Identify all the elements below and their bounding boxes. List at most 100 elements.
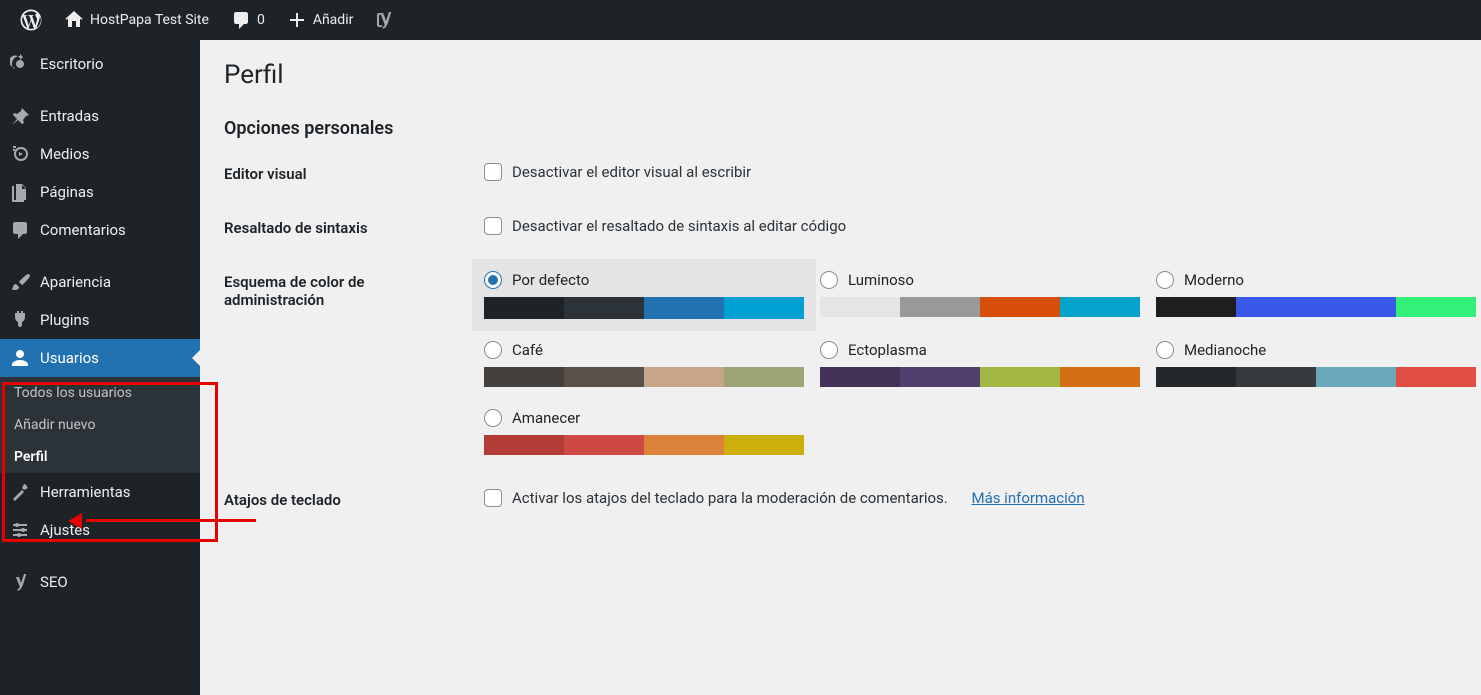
menu-separator: [0, 249, 200, 263]
checkbox-row-shortcuts[interactable]: Activar los atajos del teclado para la m…: [484, 489, 1457, 507]
menu-label: Comentarios: [40, 221, 126, 239]
menu-media[interactable]: Medios: [0, 135, 200, 173]
yoast-icon: [10, 572, 30, 592]
menu-label: Ajustes: [40, 521, 90, 539]
label-color-scheme: Esquema de color de administración: [224, 271, 484, 309]
menu-separator: [0, 83, 200, 97]
radio-input[interactable]: [484, 271, 502, 289]
users-submenu: Todos los usuarios Añadir nuevo Perfil: [0, 377, 200, 473]
color-swatches: [820, 297, 1140, 317]
scheme-ectoplasm[interactable]: Ectoplasma: [820, 341, 1140, 387]
add-new-label: Añadir: [313, 12, 354, 28]
menu-label: Herramientas: [40, 483, 131, 501]
menu-label: Plugins: [40, 311, 89, 329]
label-visual-editor: Editor visual: [224, 163, 484, 183]
label-shortcuts: Atajos de teclado: [224, 489, 484, 509]
menu-dashboard[interactable]: Escritorio: [0, 45, 200, 83]
scheme-coffee[interactable]: Café: [484, 341, 804, 387]
admin-bar: HostPapa Test Site 0 Añadir: [0, 0, 1481, 40]
site-name: HostPapa Test Site: [90, 12, 209, 28]
color-swatches: [484, 297, 804, 319]
checkbox-label: Desactivar el resaltado de sintaxis al e…: [512, 217, 846, 235]
radio-input[interactable]: [1156, 341, 1174, 359]
menu-label: Entradas: [40, 107, 99, 125]
pin-icon: [10, 106, 30, 126]
menu-comments[interactable]: Comentarios: [0, 211, 200, 249]
submenu-add-new-user[interactable]: Añadir nuevo: [0, 409, 200, 441]
scheme-modern[interactable]: Moderno: [1156, 271, 1476, 319]
checkbox-input[interactable]: [484, 489, 502, 507]
menu-appearance[interactable]: Apariencia: [0, 263, 200, 301]
media-icon: [10, 144, 30, 164]
plus-icon: [287, 10, 307, 30]
menu-label: Medios: [40, 145, 89, 163]
radio-input[interactable]: [1156, 271, 1174, 289]
row-syntax: Resaltado de sintaxis Desactivar el resa…: [224, 217, 1457, 237]
menu-plugins[interactable]: Plugins: [0, 301, 200, 339]
brush-icon: [10, 272, 30, 292]
color-swatches: [820, 367, 1140, 387]
menu-label: Apariencia: [40, 273, 111, 291]
radio-input[interactable]: [820, 341, 838, 359]
checkbox-label: Activar los atajos del teclado para la m…: [512, 489, 948, 507]
home-icon: [64, 10, 84, 30]
scheme-label: Medianoche: [1184, 341, 1266, 359]
site-home-link[interactable]: HostPapa Test Site: [54, 0, 219, 40]
sliders-icon: [10, 520, 30, 540]
menu-label: Escritorio: [40, 55, 103, 73]
add-new-link[interactable]: Añadir: [277, 0, 364, 40]
checkbox-row-visual-editor[interactable]: Desactivar el editor visual al escribir: [484, 163, 1457, 181]
scheme-label: Luminoso: [848, 271, 914, 289]
scheme-label: Por defecto: [512, 271, 589, 289]
color-scheme-grid: Por defecto Luminoso Moderno Café Ectopl…: [484, 271, 1476, 455]
menu-separator: [0, 549, 200, 563]
menu-seo[interactable]: SEO: [0, 563, 200, 601]
scheme-label: Café: [512, 341, 543, 359]
row-shortcuts: Atajos de teclado Activar los atajos del…: [224, 489, 1457, 509]
comment-icon: [10, 220, 30, 240]
page-title: Perfil: [224, 60, 1457, 90]
yoast-link[interactable]: [365, 0, 405, 40]
menu-pages[interactable]: Páginas: [0, 173, 200, 211]
menu-settings[interactable]: Ajustes: [0, 511, 200, 549]
wp-logo-button[interactable]: [10, 0, 52, 40]
menu-users[interactable]: Usuarios: [0, 339, 200, 377]
checkbox-label: Desactivar el editor visual al escribir: [512, 163, 751, 181]
menu-label: SEO: [40, 573, 68, 591]
menu-label: Usuarios: [40, 349, 99, 367]
scheme-label: Moderno: [1184, 271, 1244, 289]
color-swatches: [484, 367, 804, 387]
scheme-label: Ectoplasma: [848, 341, 927, 359]
comments-count: 0: [257, 12, 265, 28]
scheme-default[interactable]: Por defecto: [472, 259, 816, 331]
submenu-profile[interactable]: Perfil: [0, 441, 200, 473]
comments-link[interactable]: 0: [221, 0, 275, 40]
menu-label: Páginas: [40, 183, 94, 201]
menu-tools[interactable]: Herramientas: [0, 473, 200, 511]
color-swatches: [1156, 367, 1476, 387]
section-title-personal: Opciones personales: [224, 118, 1457, 139]
scheme-light[interactable]: Luminoso: [820, 271, 1140, 319]
submenu-all-users[interactable]: Todos los usuarios: [0, 377, 200, 409]
wrench-icon: [10, 482, 30, 502]
wordpress-icon: [20, 9, 42, 31]
user-icon: [10, 348, 30, 368]
menu-posts[interactable]: Entradas: [0, 97, 200, 135]
checkbox-row-syntax[interactable]: Desactivar el resaltado de sintaxis al e…: [484, 217, 1457, 235]
page-icon: [10, 182, 30, 202]
label-syntax: Resaltado de sintaxis: [224, 217, 484, 237]
plugin-icon: [10, 310, 30, 330]
row-color-scheme: Esquema de color de administración Por d…: [224, 271, 1457, 455]
radio-input[interactable]: [820, 271, 838, 289]
scheme-midnight[interactable]: Medianoche: [1156, 341, 1476, 387]
admin-sidebar: Escritorio Entradas Medios Páginas Comen…: [0, 40, 200, 695]
checkbox-input[interactable]: [484, 217, 502, 235]
scheme-sunrise[interactable]: Amanecer: [484, 409, 804, 455]
radio-input[interactable]: [484, 409, 502, 427]
row-visual-editor: Editor visual Desactivar el editor visua…: [224, 163, 1457, 183]
color-swatches: [1156, 297, 1476, 317]
checkbox-input[interactable]: [484, 163, 502, 181]
shortcuts-more-link[interactable]: Más información: [971, 489, 1084, 507]
radio-input[interactable]: [484, 341, 502, 359]
scheme-label: Amanecer: [512, 409, 580, 427]
